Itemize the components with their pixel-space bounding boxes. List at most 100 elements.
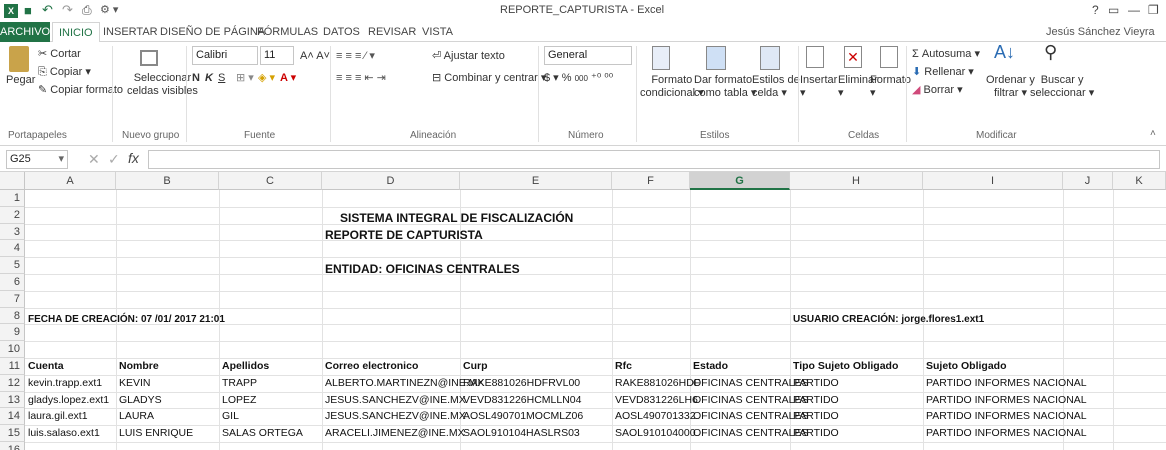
row-header[interactable]: 1 bbox=[0, 190, 25, 207]
help-icon[interactable]: ? bbox=[1092, 3, 1099, 17]
font-color-icon[interactable]: A ▾ bbox=[280, 72, 296, 85]
row-header[interactable]: 16 bbox=[0, 442, 25, 450]
name-box[interactable]: G25 ▾ bbox=[6, 150, 68, 169]
column-header-c[interactable]: C bbox=[219, 172, 322, 190]
table-cell[interactable]: OFICINAS CENTRALES bbox=[693, 410, 809, 423]
table-cell[interactable]: SAOL910104HASLRS03 bbox=[463, 427, 580, 440]
table-header-cell[interactable]: Estado bbox=[693, 360, 728, 373]
select-all-corner[interactable] bbox=[0, 172, 25, 190]
merge-center-button[interactable]: ⊟ Combinar y centrar ▾ bbox=[432, 72, 546, 85]
cell-styles-button[interactable]: Estilos de celda ▾ bbox=[752, 74, 800, 100]
table-cell[interactable]: luis.salaso.ext1 bbox=[28, 427, 100, 440]
redo-icon[interactable]: ↷ bbox=[62, 2, 73, 18]
font-size-dropdown[interactable]: 11 bbox=[260, 46, 294, 65]
table-cell[interactable]: KEVIN bbox=[119, 377, 151, 390]
restore-icon[interactable]: ❐ bbox=[1148, 3, 1159, 17]
row-header[interactable]: 8 bbox=[0, 307, 25, 325]
ribbon-display-icon[interactable]: ▭ bbox=[1108, 3, 1119, 17]
creation-date[interactable]: FECHA DE CREACIÓN: 07 /01/ 2017 21:01 bbox=[28, 313, 225, 326]
table-header-cell[interactable]: Tipo Sujeto Obligado bbox=[793, 360, 898, 373]
table-cell[interactable]: JESUS.SANCHEZV@INE.MX bbox=[325, 394, 466, 407]
table-header-cell[interactable]: Correo electronico bbox=[325, 360, 418, 373]
format-cells-button[interactable]: Formato ▾ bbox=[870, 74, 911, 100]
tab-vista[interactable]: VISTA bbox=[422, 22, 453, 42]
enter-icon[interactable]: ✓ bbox=[108, 152, 120, 166]
row-header[interactable]: 10 bbox=[0, 341, 25, 358]
table-cell[interactable]: PARTIDO bbox=[793, 410, 839, 423]
row-header[interactable]: 15 bbox=[0, 425, 25, 442]
row-header[interactable]: 3 bbox=[0, 223, 25, 241]
tab-formulas[interactable]: FÓRMULAS bbox=[257, 22, 318, 42]
table-cell[interactable]: RAKE881026HDFRVL00 bbox=[463, 377, 580, 390]
currency-button[interactable]: $ ▾ % 000 ⁺⁰ ⁰⁰ bbox=[544, 72, 613, 85]
table-header-cell[interactable]: Cuenta bbox=[28, 360, 64, 373]
clear-button[interactable]: ◢ Borrar ▾ bbox=[912, 84, 963, 97]
copy-button[interactable]: ⎘ Copiar ▾ bbox=[38, 66, 91, 79]
column-header-g[interactable]: G bbox=[690, 172, 790, 190]
tab-datos[interactable]: DATOS bbox=[323, 22, 360, 42]
borders-icon[interactable]: ⊞ ▾ bbox=[236, 72, 254, 85]
fill-color-icon[interactable]: ◈ ▾ bbox=[258, 72, 275, 85]
row-header[interactable]: 4 bbox=[0, 240, 25, 258]
italic-button[interactable]: K bbox=[205, 72, 213, 85]
cancel-icon[interactable]: ✕ bbox=[88, 152, 100, 166]
worksheet-grid[interactable]: A B C D E F G H I J K 1 2 3 4 5 6 7 8 9 10 11 12 13 1… bbox=[0, 172, 1166, 450]
cut-button[interactable]: ✂ Cortar bbox=[38, 48, 81, 61]
table-header-cell[interactable]: Sujeto Obligado bbox=[926, 360, 1007, 373]
table-cell[interactable]: PARTIDO bbox=[793, 394, 839, 407]
table-cell[interactable]: OFICINAS CENTRALES bbox=[693, 427, 809, 440]
column-header-f[interactable]: F bbox=[612, 172, 690, 190]
table-cell[interactable]: TRAPP bbox=[222, 377, 257, 390]
table-cell[interactable]: AOSL490701MOCMLZ06 bbox=[463, 410, 583, 423]
column-header-a[interactable]: A bbox=[25, 172, 116, 190]
tab-diseno-pagina[interactable]: DISEÑO DE PÁGINA bbox=[160, 22, 265, 42]
sort-filter-button[interactable]: Ordenar y filtrar ▾ bbox=[986, 74, 1035, 100]
table-cell[interactable]: GLADYS bbox=[119, 394, 162, 407]
find-select-button[interactable]: Buscar y seleccionar ▾ bbox=[1030, 74, 1094, 100]
undo-icon[interactable]: ↶ bbox=[42, 2, 53, 18]
table-cell[interactable]: RAKE881026HDF bbox=[615, 377, 700, 390]
collapse-ribbon-icon[interactable]: ˄ bbox=[1150, 128, 1156, 139]
entity-label[interactable]: ENTIDAD: OFICINAS CENTRALES bbox=[325, 263, 520, 276]
report-subtitle[interactable]: REPORTE DE CAPTURISTA bbox=[325, 229, 483, 242]
number-format-dropdown[interactable]: General bbox=[544, 46, 632, 65]
table-cell[interactable]: VEVD831226LH6 bbox=[615, 394, 698, 407]
print-preview-icon[interactable]: ⎙ bbox=[82, 3, 92, 18]
table-cell[interactable]: gladys.lopez.ext1 bbox=[28, 394, 109, 407]
column-header-d[interactable]: D bbox=[322, 172, 460, 190]
table-cell[interactable]: VEVD831226HCMLLN04 bbox=[463, 394, 581, 407]
tab-insertar[interactable]: INSERTAR bbox=[103, 22, 158, 42]
paste-button[interactable]: Pegar bbox=[6, 74, 35, 87]
table-cell[interactable]: PARTIDO INFORMES NACIONAL bbox=[926, 377, 1087, 390]
table-cell[interactable]: JESUS.SANCHEZV@INE.MX bbox=[325, 410, 466, 423]
table-cell[interactable]: LAURA bbox=[119, 410, 154, 423]
row-header[interactable]: 6 bbox=[0, 274, 25, 291]
tab-inicio[interactable]: INICIO bbox=[52, 22, 100, 42]
row-header[interactable]: 7 bbox=[0, 290, 25, 308]
align-top-icons[interactable]: ≡ ≡ ≡ ⁄ ▾ bbox=[336, 50, 375, 63]
grow-font-icon[interactable]: A˄ A˅ bbox=[300, 50, 330, 63]
table-header-cell[interactable]: Nombre bbox=[119, 360, 159, 373]
table-cell[interactable]: kevin.trapp.ext1 bbox=[28, 377, 102, 390]
align-horizontal-icons[interactable]: ≡ ≡ ≡ ⇤ ⇥ bbox=[336, 72, 386, 85]
table-cell[interactable]: SALAS ORTEGA bbox=[222, 427, 303, 440]
table-cell[interactable]: SAOL910104000 bbox=[615, 427, 696, 440]
table-cell[interactable]: ALBERTO.MARTINEZN@INE.MX bbox=[325, 377, 484, 390]
fill-button[interactable]: ⬇ Rellenar ▾ bbox=[912, 66, 974, 79]
table-cell[interactable]: OFICINAS CENTRALES bbox=[693, 377, 809, 390]
select-visible-button[interactable]: Seleccionar celdas visibles bbox=[127, 72, 198, 98]
row-header[interactable]: 5 bbox=[0, 257, 25, 274]
column-header-j[interactable]: J bbox=[1063, 172, 1113, 190]
table-cell[interactable]: LOPEZ bbox=[222, 394, 256, 407]
table-cell[interactable]: laura.gil.ext1 bbox=[28, 410, 88, 423]
column-header-e[interactable]: E bbox=[460, 172, 612, 190]
table-header-cell[interactable]: Apellidos bbox=[222, 360, 269, 373]
column-header-h[interactable]: H bbox=[790, 172, 923, 190]
customize-qat-icon[interactable]: ⚙ ▾ bbox=[100, 3, 118, 16]
table-cell[interactable]: PARTIDO INFORMES NACIONAL bbox=[926, 410, 1087, 423]
row-header[interactable]: 11 bbox=[0, 358, 25, 375]
function-icon[interactable]: fx bbox=[128, 151, 139, 165]
underline-button[interactable]: S bbox=[218, 72, 225, 85]
paste-icon[interactable] bbox=[9, 46, 29, 72]
wrap-text-button[interactable]: ⏎ Ajustar texto bbox=[432, 50, 505, 63]
